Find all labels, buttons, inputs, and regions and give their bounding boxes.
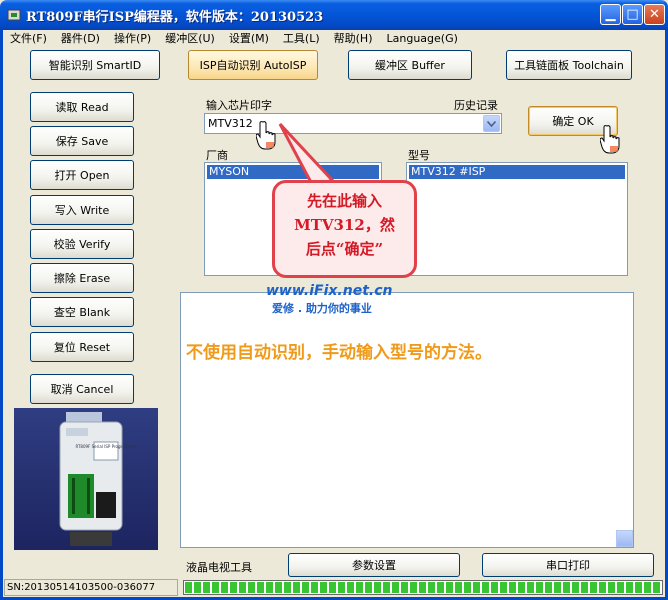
verify-button[interactable]: 校验 Verify bbox=[30, 229, 134, 259]
device-photo-label: RT809F Serial ISP Programmer bbox=[75, 444, 136, 449]
tab-toolchain[interactable]: 工具链面板 Toolchain bbox=[506, 50, 632, 80]
model-list[interactable]: MTV312 #ISP bbox=[406, 162, 628, 276]
scrollbar-button[interactable] bbox=[616, 530, 633, 547]
write-button[interactable]: 写入 Write bbox=[30, 195, 134, 225]
progress-bar bbox=[183, 580, 663, 595]
cancel-button[interactable]: 取消 Cancel bbox=[30, 374, 134, 404]
serial-print-button[interactable]: 串口打印 bbox=[482, 553, 654, 577]
menu-language[interactable]: Language(G) bbox=[380, 32, 465, 45]
instruction-callout: 先在此输入 MTV312，然 后点“确定” bbox=[272, 180, 417, 278]
chip-input-label: 输入芯片印字 bbox=[206, 99, 272, 112]
model-list-item[interactable]: MTV312 #ISP bbox=[409, 165, 625, 179]
erase-button[interactable]: 擦除 Erase bbox=[30, 263, 134, 293]
maximize-icon: □ bbox=[626, 7, 639, 22]
output-log[interactable] bbox=[180, 292, 634, 548]
close-icon: ✕ bbox=[649, 7, 660, 22]
menu-device[interactable]: 器件(D) bbox=[54, 30, 107, 46]
progress-fill bbox=[185, 582, 661, 593]
watermark-slogan: 爱修 . 助力你的事业 bbox=[272, 302, 372, 315]
instruction-message: 不使用自动识别，手动输入型号的方法。 bbox=[186, 343, 492, 363]
lcd-tools-label: 液晶电视工具 bbox=[186, 561, 252, 574]
tab-smart-id[interactable]: 智能识别 SmartID bbox=[30, 50, 160, 80]
save-button[interactable]: 保存 Save bbox=[30, 126, 134, 156]
minimize-icon: ▁ bbox=[605, 7, 616, 22]
parameter-settings-button[interactable]: 参数设置 bbox=[288, 553, 460, 577]
open-button[interactable]: 打开 Open bbox=[30, 160, 134, 190]
title-bar[interactable]: RT809F串行ISP编程器，软件版本：20130523 ▁ □ ✕ bbox=[0, 0, 668, 30]
window-title: RT809F串行ISP编程器，软件版本：20130523 bbox=[26, 10, 324, 25]
chip-input-value: MTV312 bbox=[208, 117, 253, 130]
status-bar: SN:20130514103500-036077 bbox=[3, 578, 665, 597]
watermark-url: www.iFix.net.cn bbox=[266, 283, 393, 299]
chip-input-combobox[interactable]: MTV312 bbox=[204, 113, 502, 134]
app-icon bbox=[7, 9, 21, 21]
minimize-button[interactable]: ▁ bbox=[600, 4, 621, 25]
reset-button[interactable]: 复位 Reset bbox=[30, 332, 134, 362]
close-button[interactable]: ✕ bbox=[644, 4, 665, 25]
menu-buffer[interactable]: 缓冲区(U) bbox=[158, 30, 222, 46]
menu-help[interactable]: 帮助(H) bbox=[327, 30, 380, 46]
tab-buffer[interactable]: 缓冲区 Buffer bbox=[348, 50, 472, 80]
device-photo: RT809F Serial ISP Programmer bbox=[14, 408, 158, 550]
maximize-button[interactable]: □ bbox=[622, 4, 643, 25]
menu-settings[interactable]: 设置(M) bbox=[222, 30, 276, 46]
history-label: 历史记录 bbox=[454, 99, 498, 112]
programmer-image: RT809F Serial ISP Programmer bbox=[59, 412, 137, 546]
menu-tools[interactable]: 工具(L) bbox=[276, 30, 327, 46]
model-list-header: 型号 bbox=[408, 149, 430, 162]
hand-pointer-icon bbox=[256, 121, 276, 150]
menu-bar: 文件(F) 器件(D) 操作(P) 缓冲区(U) 设置(M) 工具(L) 帮助(… bbox=[3, 30, 665, 46]
callout-line: 先在此输入 bbox=[306, 192, 382, 210]
menu-file[interactable]: 文件(F) bbox=[3, 30, 54, 46]
blank-button[interactable]: 查空 Blank bbox=[30, 297, 134, 327]
callout-line: 后点“确定” bbox=[305, 240, 384, 258]
callout-line: MTV312，然 bbox=[294, 216, 395, 234]
menu-operation[interactable]: 操作(P) bbox=[107, 30, 158, 46]
serial-number: SN:20130514103500-036077 bbox=[4, 579, 178, 596]
chevron-down-icon[interactable] bbox=[483, 115, 500, 132]
read-button[interactable]: 读取 Read bbox=[30, 92, 134, 122]
vendor-list-header: 厂商 bbox=[206, 149, 228, 162]
hand-pointer-icon bbox=[600, 125, 620, 154]
tab-auto-isp[interactable]: ISP自动识别 AutoISP bbox=[188, 50, 318, 80]
